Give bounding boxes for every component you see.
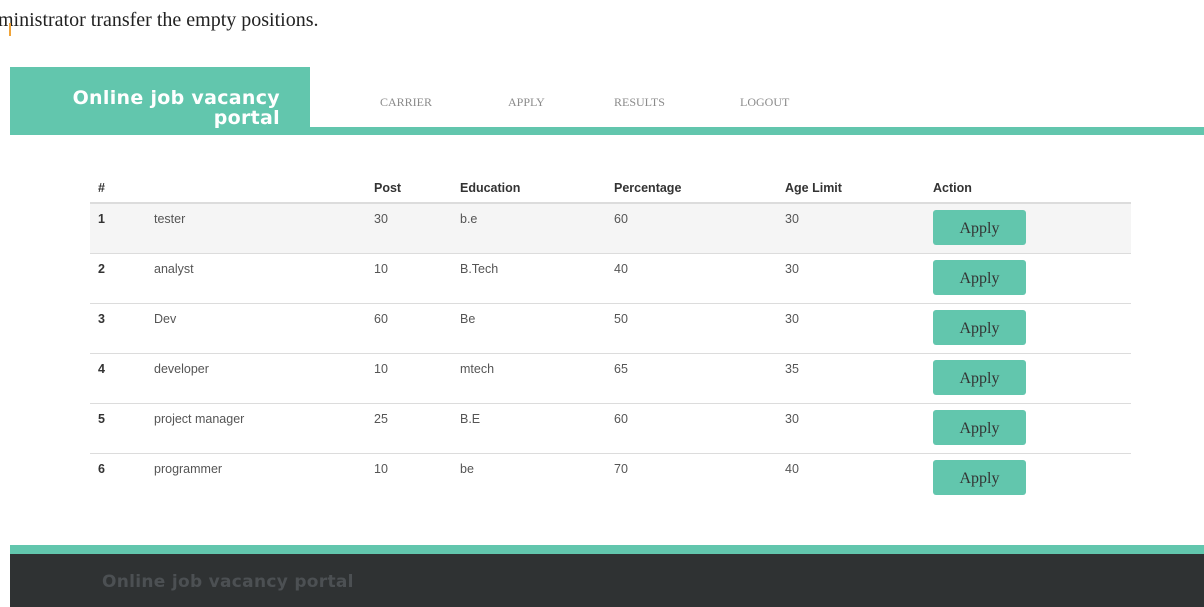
- cell-action: Apply: [925, 352, 1131, 403]
- apply-button[interactable]: Apply: [933, 259, 1026, 295]
- cell-number: 3: [90, 302, 146, 353]
- cell-education: mtech: [452, 352, 606, 403]
- cell-education: b.e: [452, 202, 606, 253]
- col-header-post: Post: [366, 174, 452, 204]
- vacancy-table: # Post Education Percentage Age Limit Ac…: [90, 174, 1131, 503]
- site-title-line2: portal: [213, 107, 280, 129]
- cell-percentage: 60: [606, 402, 777, 453]
- cell-job-title: developer: [146, 352, 366, 403]
- cell-action: Apply: [925, 252, 1131, 303]
- site-logo[interactable]: Online job vacancy portal: [10, 88, 280, 128]
- apply-button[interactable]: Apply: [933, 359, 1026, 395]
- cell-number: 5: [90, 402, 146, 453]
- cell-number: 2: [90, 252, 146, 303]
- cell-action: Apply: [925, 202, 1131, 253]
- col-header-name: [146, 174, 366, 204]
- cell-job-title: analyst: [146, 252, 366, 303]
- apply-button[interactable]: Apply: [933, 210, 1026, 245]
- table-row: 3 Dev 60 Be 50 30 Apply: [90, 302, 1131, 353]
- cell-post: 30: [366, 202, 452, 253]
- text-cursor-mark: [9, 23, 11, 36]
- cell-number: 6: [90, 452, 146, 503]
- footer-accent-band: [10, 545, 1204, 554]
- page-intro-text: ministrator transfer the empty positions…: [0, 9, 319, 31]
- col-header-education: Education: [452, 174, 606, 204]
- table-row: 1 tester 30 b.e 60 30 Apply: [90, 202, 1131, 253]
- cell-post: 10: [366, 252, 452, 303]
- cell-age-limit: 40: [777, 452, 925, 503]
- col-header-number: #: [90, 174, 146, 204]
- cell-number: 4: [90, 352, 146, 403]
- cell-post: 25: [366, 402, 452, 453]
- nav-apply[interactable]: APPLY: [508, 95, 545, 110]
- site-title-line1: Online job vacancy: [72, 87, 280, 109]
- cell-percentage: 60: [606, 202, 777, 253]
- cell-education: B.Tech: [452, 252, 606, 303]
- nav-carrier[interactable]: CARRIER: [380, 95, 432, 110]
- nav-results[interactable]: RESULTS: [614, 95, 665, 110]
- cell-age-limit: 30: [777, 302, 925, 353]
- col-header-action: Action: [925, 174, 1131, 204]
- cell-post: 10: [366, 352, 452, 403]
- cell-percentage: 40: [606, 252, 777, 303]
- nav-logout[interactable]: LOGOUT: [740, 95, 789, 110]
- apply-button[interactable]: Apply: [933, 309, 1026, 345]
- cell-job-title: Dev: [146, 302, 366, 353]
- cell-post: 60: [366, 302, 452, 353]
- table-header-row: # Post Education Percentage Age Limit Ac…: [90, 174, 1131, 204]
- cell-percentage: 65: [606, 352, 777, 403]
- cell-age-limit: 35: [777, 352, 925, 403]
- col-header-percentage: Percentage: [606, 174, 777, 204]
- cell-post: 10: [366, 452, 452, 503]
- cell-number: 1: [90, 202, 146, 253]
- apply-button[interactable]: Apply: [933, 409, 1026, 445]
- cell-action: Apply: [925, 302, 1131, 353]
- table-row: 5 project manager 25 B.E 60 30 Apply: [90, 402, 1131, 453]
- cell-percentage: 50: [606, 302, 777, 353]
- col-header-age-limit: Age Limit: [777, 174, 925, 204]
- cell-age-limit: 30: [777, 402, 925, 453]
- cell-percentage: 70: [606, 452, 777, 503]
- cell-education: be: [452, 452, 606, 503]
- cell-job-title: project manager: [146, 402, 366, 453]
- cell-education: B.E: [452, 402, 606, 453]
- cell-age-limit: 30: [777, 202, 925, 253]
- footer: Online job vacancy portal: [10, 554, 1204, 607]
- table-row: 6 programmer 10 be 70 40 Apply: [90, 452, 1131, 503]
- cell-job-title: programmer: [146, 452, 366, 503]
- apply-button[interactable]: Apply: [933, 459, 1026, 495]
- table-row: 2 analyst 10 B.Tech 40 30 Apply: [90, 252, 1131, 303]
- footer-title: Online job vacancy portal: [102, 572, 354, 592]
- table-row: 4 developer 10 mtech 65 35 Apply: [90, 352, 1131, 403]
- cell-job-title: tester: [146, 202, 366, 253]
- cell-education: Be: [452, 302, 606, 353]
- cell-age-limit: 30: [777, 252, 925, 303]
- cell-action: Apply: [925, 452, 1131, 503]
- cell-action: Apply: [925, 402, 1131, 453]
